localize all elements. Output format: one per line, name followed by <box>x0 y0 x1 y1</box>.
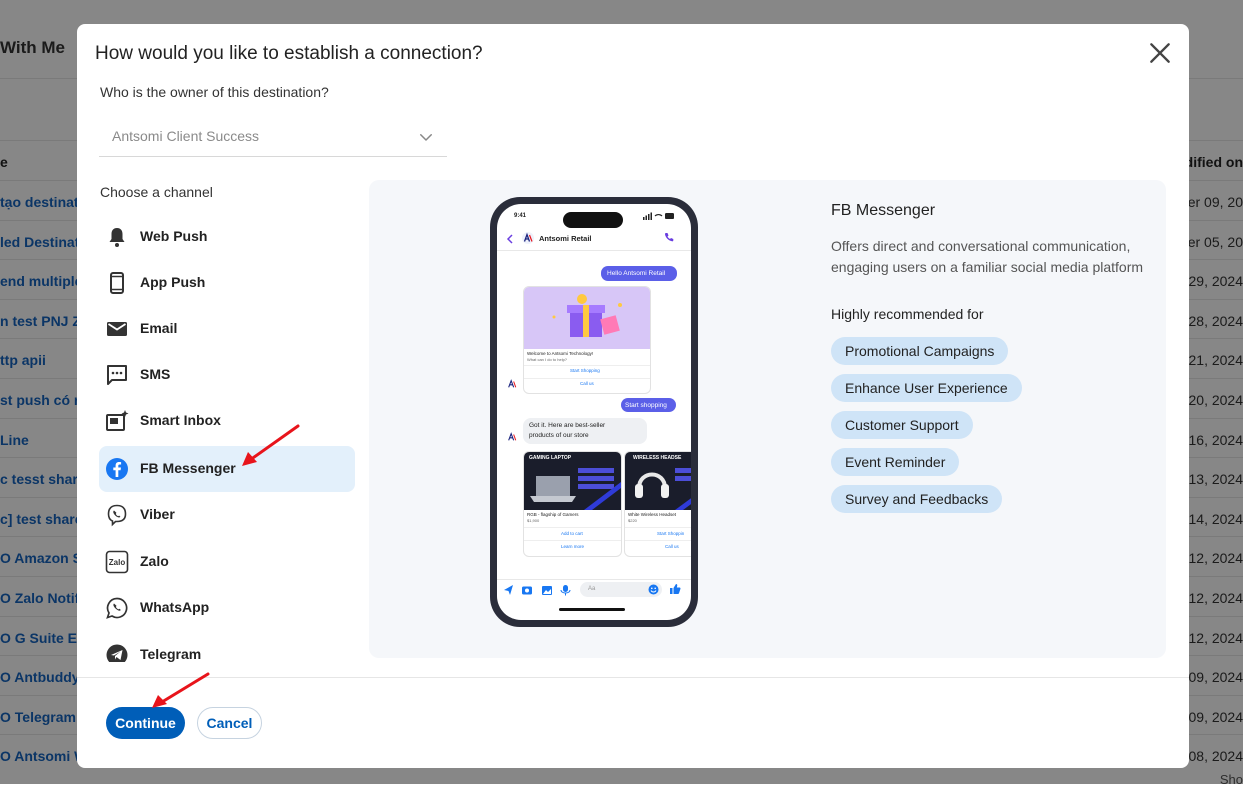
chat-contact-name: Antsomi Retail <box>539 234 592 243</box>
emoji-icon <box>648 584 659 595</box>
product-button-call-us: Call us <box>665 544 679 549</box>
connection-modal: How would you like to establish a connec… <box>77 24 1189 768</box>
channel-preview-panel: 9:41 Antsomi Retail <box>369 180 1166 658</box>
channel-item-email[interactable]: Email <box>99 306 355 352</box>
telegram-icon <box>105 643 129 662</box>
chat-reply-line-1: Got it. Here are best-seller <box>529 422 605 429</box>
product-button-learn-more: Learn more <box>561 544 584 549</box>
back-arrow-icon <box>506 234 514 244</box>
phone-screen: 9:41 Antsomi Retail <box>497 204 691 620</box>
channel-item-zalo[interactable]: Zalo Zalo <box>99 539 355 585</box>
chat-welcome-card: Welcome to Antsomi Technology! What can … <box>523 286 651 394</box>
chevron-down-icon <box>417 128 435 146</box>
chat-bubble-start-shopping: Start shopping <box>621 398 676 412</box>
channel-label-email: Email <box>140 320 177 336</box>
phone-notch <box>563 212 623 228</box>
channel-label: Choose a channel <box>100 184 213 200</box>
recommended-tag: Survey and Feedbacks <box>831 485 1002 513</box>
bot-avatar-icon <box>507 379 517 389</box>
product-price-headset: $220 <box>628 518 637 523</box>
recommended-tags: Promotional Campaigns Enhance User Exper… <box>831 328 1161 513</box>
phone-call-icon <box>664 232 674 242</box>
channel-item-smart-inbox[interactable]: Smart Inbox <box>99 398 355 444</box>
owner-select[interactable]: Antsomi Client Success <box>99 120 447 157</box>
gift-illustration <box>524 287 650 349</box>
channel-label-viber: Viber <box>140 506 175 522</box>
channel-item-app-push[interactable]: App Push <box>99 260 355 306</box>
svg-text:Zalo: Zalo <box>109 558 126 567</box>
channel-item-whatsapp[interactable]: WhatsApp <box>99 585 355 631</box>
welcome-card-button-shopping: Start Shopping <box>570 368 600 373</box>
chat-bubble-hello-text: Hello Antsomi Retail <box>607 270 665 277</box>
recommended-tag: Customer Support <box>831 411 973 439</box>
channel-info: FB Messenger Offers direct and conversat… <box>831 202 1161 513</box>
channel-item-sms[interactable]: SMS <box>99 352 355 398</box>
facebook-icon <box>105 457 129 481</box>
channel-item-fb-messenger[interactable]: FB Messenger <box>99 446 355 492</box>
bot-avatar-icon <box>507 432 517 442</box>
product-button-add-to-cart: Add to cart <box>561 531 583 536</box>
channel-item-viber[interactable]: Viber <box>99 492 355 538</box>
envelope-icon <box>105 317 129 341</box>
sms-icon <box>105 363 129 387</box>
antsomi-logo-icon <box>522 232 534 244</box>
phone-time: 9:41 <box>514 213 526 219</box>
whatsapp-icon <box>105 596 129 620</box>
product-banner-laptop: GAMING LAPTOP <box>529 455 571 461</box>
viber-icon <box>105 503 129 527</box>
welcome-card-button-call: Call us <box>580 381 594 386</box>
thumbs-up-icon <box>669 583 681 595</box>
chat-bubble-hello: Hello Antsomi Retail <box>601 266 677 281</box>
product-button-start-shopping: Start Shoppin <box>657 531 684 536</box>
chat-bubble-reply: Got it. Here are best-seller products of… <box>523 418 647 444</box>
messenger-input: Aa <box>580 582 662 597</box>
product-price-laptop: $1,900 <box>527 518 539 523</box>
product-banner-headset: WIRELESS HEADSE <box>633 455 681 461</box>
recommended-tag: Promotional Campaigns <box>831 337 1008 365</box>
recommended-label: Highly recommended for <box>831 306 1161 322</box>
product-name-headset: White Wireless Headset <box>628 512 676 517</box>
owner-label: Who is the owner of this destination? <box>100 84 329 100</box>
messenger-input-placeholder: Aa <box>588 586 595 592</box>
channel-list: Web Push App Push Email SMS <box>99 214 357 662</box>
channel-label-telegram: Telegram <box>140 646 201 662</box>
bell-icon <box>105 225 129 249</box>
continue-button[interactable]: Continue <box>106 707 185 739</box>
owner-select-value: Antsomi Client Success <box>112 128 259 144</box>
zalo-icon: Zalo <box>105 550 129 574</box>
product-card-laptop: GAMING LAPTOP RGB - flagship of Gamers $… <box>523 451 622 557</box>
product-name-laptop: RGB - flagship of Gamers <box>527 512 579 517</box>
cancel-button[interactable]: Cancel <box>197 707 262 739</box>
chat-bubble-start-shopping-text: Start shopping <box>625 402 667 409</box>
channel-label-fb-messenger: FB Messenger <box>140 460 236 476</box>
channel-label-whatsapp: WhatsApp <box>140 599 209 615</box>
phone-mockup: 9:41 Antsomi Retail <box>490 197 698 627</box>
messenger-toolbar-icons <box>503 584 589 596</box>
channel-item-telegram[interactable]: Telegram <box>99 632 355 662</box>
channel-info-title: FB Messenger <box>831 202 1161 220</box>
channel-item-web-push[interactable]: Web Push <box>99 214 355 260</box>
welcome-card-title: Welcome to Antsomi Technology! <box>527 351 593 356</box>
channel-label-sms: SMS <box>140 366 170 382</box>
chat-header-divider <box>497 250 691 251</box>
smart-inbox-icon <box>105 409 129 433</box>
channel-label-app-push: App Push <box>140 274 205 290</box>
modal-title: How would you like to establish a connec… <box>95 43 483 65</box>
channel-info-description: Offers direct and conversational communi… <box>831 236 1153 278</box>
recommended-tag: Event Reminder <box>831 448 959 476</box>
welcome-card-subtitle: What can I do to help? <box>527 357 567 362</box>
status-icons <box>643 212 675 220</box>
channel-label-zalo: Zalo <box>140 553 169 569</box>
product-card-headset: WIRELESS HEADSE White Wireless Headset $… <box>624 451 691 557</box>
modal-footer-divider <box>77 677 1189 678</box>
chat-reply-line-2: products of our store <box>529 432 589 439</box>
channel-label-smart-inbox: Smart Inbox <box>140 412 221 428</box>
home-indicator <box>559 608 625 611</box>
mobile-icon <box>105 271 129 295</box>
channel-label-web-push: Web Push <box>140 228 207 244</box>
close-icon[interactable] <box>1147 40 1173 66</box>
recommended-tag: Enhance User Experience <box>831 374 1022 402</box>
